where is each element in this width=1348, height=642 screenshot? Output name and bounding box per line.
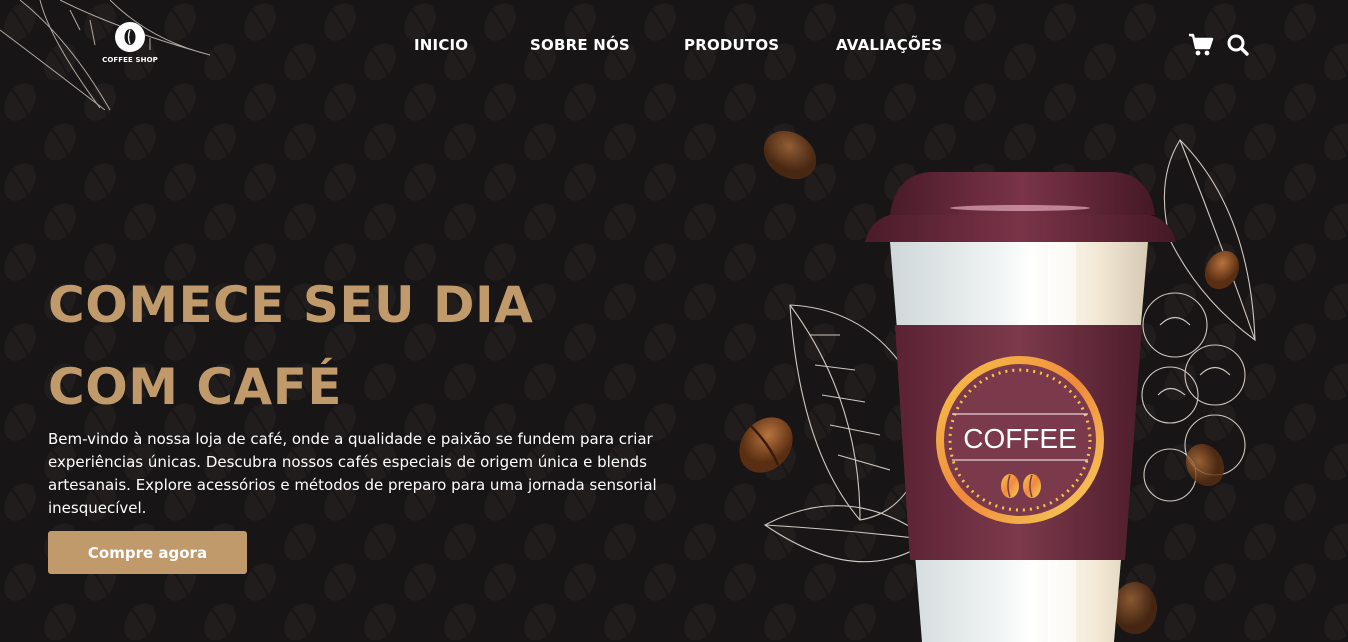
- search-icon[interactable]: [1226, 33, 1250, 61]
- nav-item-inicio[interactable]: INICIO: [414, 36, 468, 54]
- hero-title: COMECE SEU DIA COM CAFÉ: [48, 264, 533, 428]
- site-header: COFFEE SHOP INICIO SOBRE NÓS PRODUTOS AV…: [0, 0, 1348, 90]
- nav-item-produtos[interactable]: PRODUTOS: [684, 36, 779, 54]
- hero-title-line-2: COM CAFÉ: [48, 358, 343, 416]
- cup-label-text: COFFEE: [963, 423, 1077, 454]
- main-nav: INICIO SOBRE NÓS PRODUTOS AVALIAÇÕES: [0, 36, 1348, 56]
- coffee-badge: COFFEE: [936, 356, 1104, 524]
- nav-item-sobre-nos[interactable]: SOBRE NÓS: [530, 36, 630, 54]
- nav-item-avaliacoes[interactable]: AVALIAÇÕES: [836, 36, 942, 54]
- logo-text: COFFEE SHOP: [102, 56, 158, 64]
- shop-now-button[interactable]: Compre agora: [48, 531, 247, 574]
- hero-description: Bem-vindo à nossa loja de café, onde a q…: [48, 430, 657, 517]
- coffee-cup-illustration: COFFEE: [739, 130, 1256, 642]
- cart-icon[interactable]: [1188, 33, 1214, 61]
- header-actions: [1188, 33, 1250, 61]
- hero-title-line-1: COMECE SEU DIA: [48, 276, 534, 334]
